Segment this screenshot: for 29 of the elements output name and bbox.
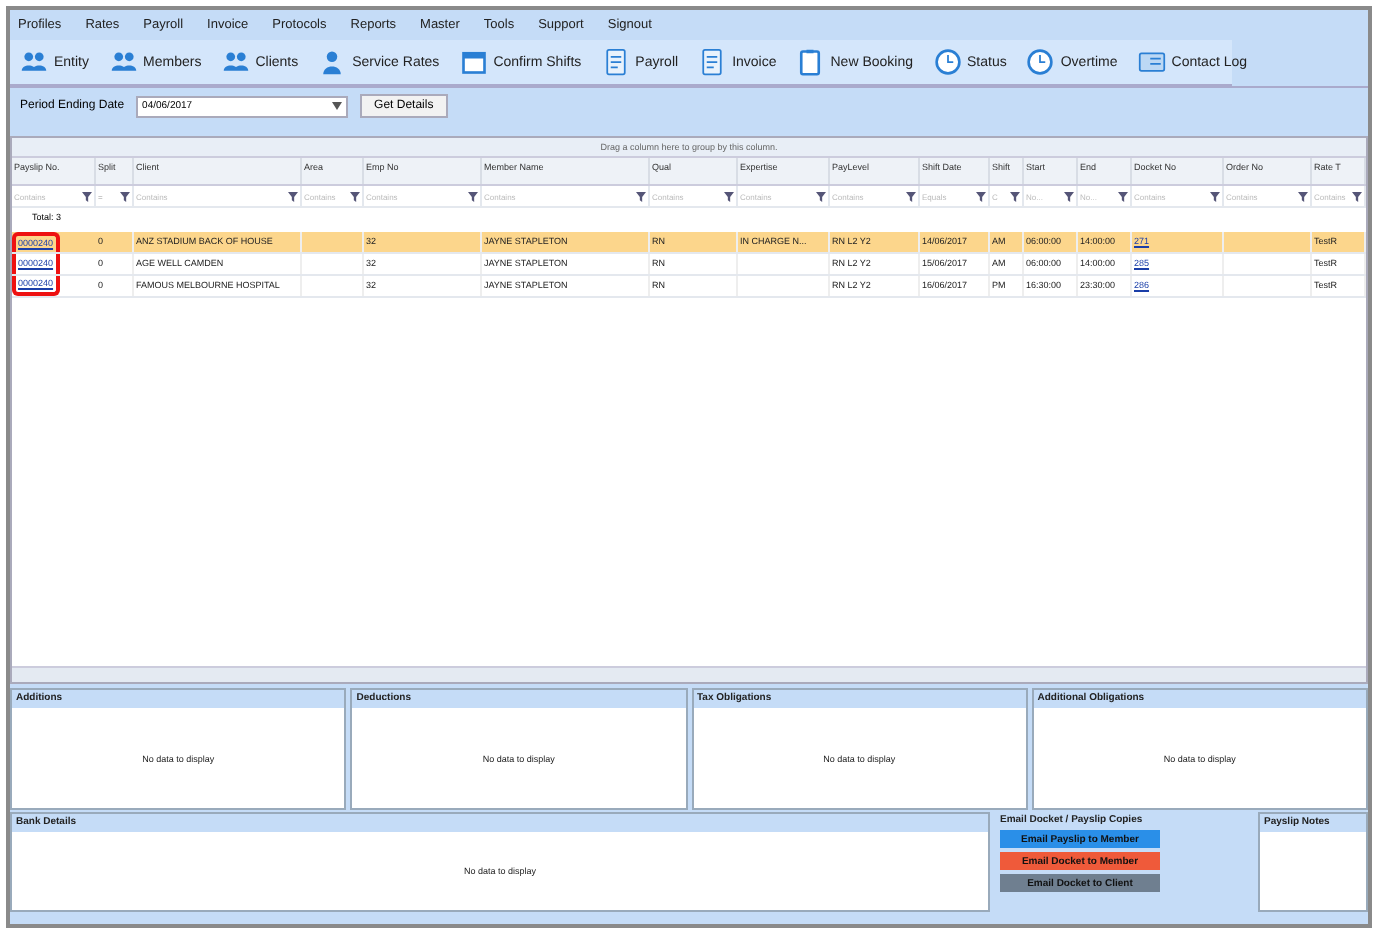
filter-icon[interactable] bbox=[82, 191, 92, 201]
filter-icon[interactable] bbox=[288, 191, 298, 201]
filter-icon[interactable] bbox=[816, 191, 826, 201]
people-icon bbox=[221, 48, 250, 76]
person-icon bbox=[318, 48, 347, 76]
document-icon bbox=[601, 48, 630, 76]
filter-icon[interactable] bbox=[976, 191, 986, 201]
clock-icon bbox=[933, 48, 961, 76]
filter-icon[interactable] bbox=[724, 191, 734, 201]
filter-icon[interactable] bbox=[1352, 191, 1362, 201]
filter-icon[interactable] bbox=[906, 191, 916, 201]
people-icon bbox=[20, 48, 48, 76]
filter-icon[interactable] bbox=[468, 191, 478, 201]
document-icon bbox=[698, 48, 727, 76]
filter-icon[interactable] bbox=[120, 191, 130, 201]
clipboard-icon bbox=[796, 48, 825, 76]
clock-icon bbox=[1026, 48, 1055, 76]
horizontal-scrollbar[interactable] bbox=[12, 666, 1366, 682]
filter-icon[interactable] bbox=[1210, 191, 1220, 201]
filter-icon[interactable] bbox=[1064, 191, 1074, 201]
dropdown-caret-icon bbox=[332, 102, 343, 110]
filter-icon[interactable] bbox=[1010, 191, 1020, 201]
filter-icon[interactable] bbox=[1298, 191, 1308, 201]
filter-icon[interactable] bbox=[636, 191, 646, 201]
filter-icon[interactable] bbox=[350, 191, 360, 201]
filter-icon[interactable] bbox=[1118, 191, 1128, 201]
people-icon bbox=[109, 48, 138, 76]
calendar-icon bbox=[459, 48, 488, 76]
card-icon bbox=[1137, 48, 1166, 76]
